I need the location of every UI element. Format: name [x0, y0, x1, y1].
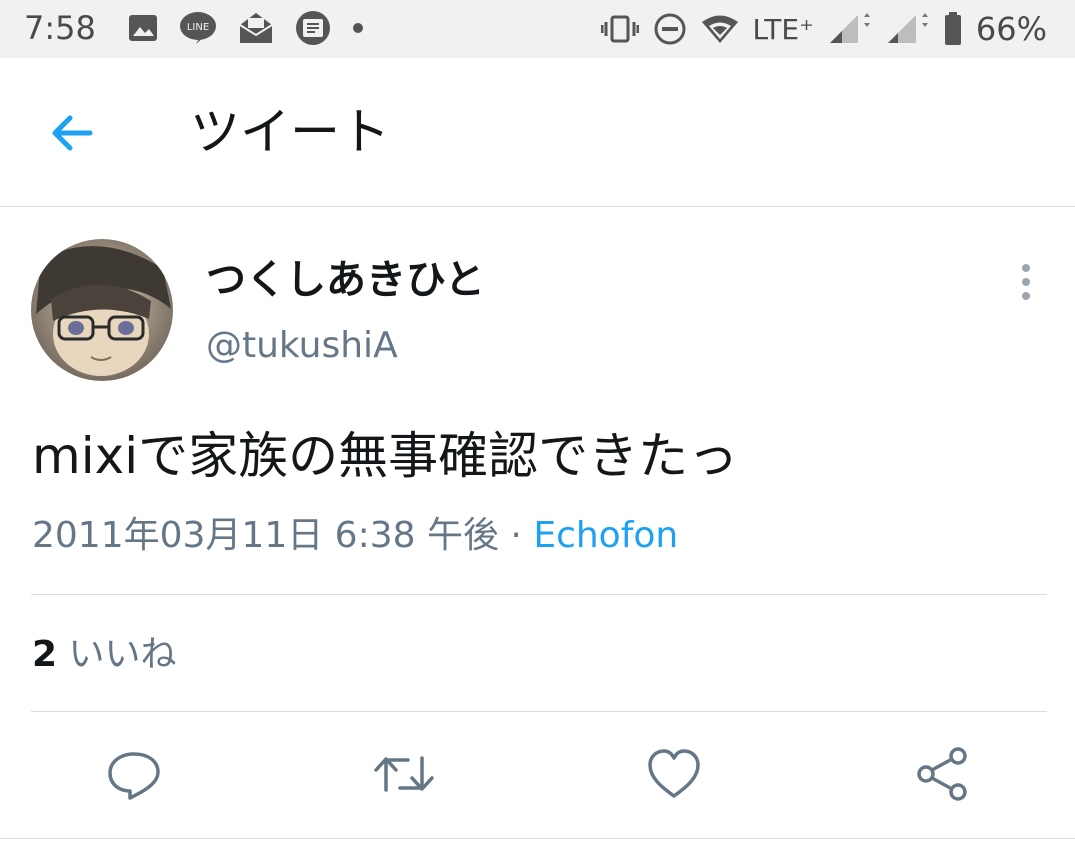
tweet-meta: 2011年03月11日 6:38 午後 · Echofon: [32, 513, 678, 559]
arrow-left-icon: [52, 115, 93, 151]
share-button[interactable]: [914, 746, 970, 802]
notification-icons: LINE: [128, 10, 364, 46]
svg-text:LINE: LINE: [187, 22, 209, 33]
more-options-button[interactable]: [1010, 264, 1042, 300]
divider: [0, 838, 1075, 839]
do-not-disturb-icon: [653, 12, 687, 46]
image-icon: [128, 14, 158, 42]
meta-separator: ·: [510, 515, 522, 556]
signal-icon: [828, 13, 872, 45]
page-title: ツイート: [190, 103, 390, 161]
back-button[interactable]: [46, 110, 100, 156]
divider: [31, 594, 1047, 595]
battery-percent: 66%: [975, 10, 1047, 48]
share-icon: [917, 747, 967, 801]
status-bar: 7:58 LINE LTE⁺ 66%: [0, 0, 1075, 58]
vibrate-icon: [600, 15, 639, 43]
tweet-timestamp[interactable]: 2011年03月11日 6:38 午後: [32, 515, 499, 556]
likes-count: 2: [32, 634, 58, 675]
retweet-icon: [374, 756, 434, 792]
tweet-source-link[interactable]: Echofon: [533, 515, 678, 556]
more-vertical-icon: [1022, 264, 1030, 300]
heart-icon: [648, 749, 700, 798]
likes-stat[interactable]: 2 いいね: [32, 632, 177, 678]
top-app-bar: ツイート: [0, 58, 1075, 207]
yahoo-mail-icon: [238, 11, 274, 45]
signal-icon: [886, 13, 930, 45]
wifi-icon: [701, 13, 739, 45]
line-app-icon: LINE: [178, 11, 218, 45]
like-button[interactable]: [646, 746, 702, 802]
likes-label: いいね: [68, 634, 177, 675]
author-handle[interactable]: @tukushiA: [206, 324, 398, 368]
network-type: LTE⁺: [752, 12, 814, 46]
avatar[interactable]: [31, 239, 173, 381]
retweet-button[interactable]: [374, 746, 434, 802]
tweet-text: mixiで家族の無事確認できたっ: [32, 427, 739, 485]
dot-icon: [352, 22, 364, 34]
battery-icon: [944, 12, 962, 46]
system-status-icons: LTE⁺ 66%: [600, 8, 1047, 50]
author-display-name[interactable]: つくしあきひと: [206, 256, 485, 304]
divider: [31, 711, 1047, 712]
reply-icon: [108, 752, 160, 800]
reply-button[interactable]: [106, 746, 162, 802]
status-time: 7:58: [24, 9, 96, 47]
smartnews-icon: [294, 10, 332, 46]
